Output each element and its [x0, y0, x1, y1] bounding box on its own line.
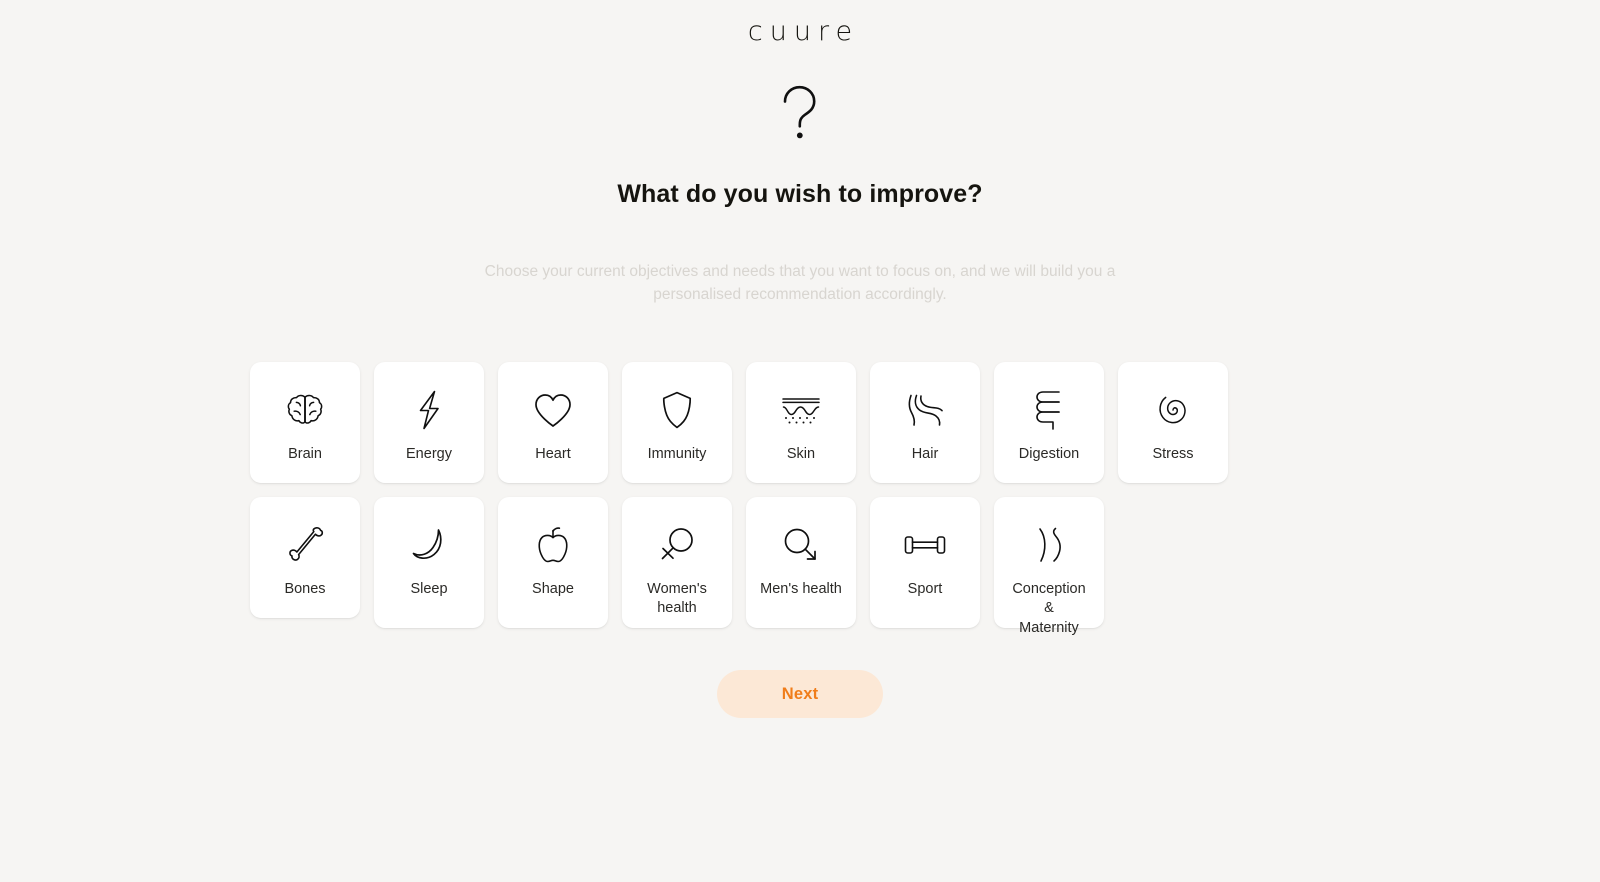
shield-icon: [654, 388, 700, 432]
option-card-womens-health[interactable]: Women's health: [622, 497, 732, 629]
footer-actions: Next: [0, 670, 1600, 719]
option-card-bones[interactable]: Bones: [250, 497, 360, 619]
spiral-icon: [1150, 388, 1196, 432]
onboarding-page: cuure What do you wish to improve? Choos…: [0, 0, 1600, 882]
mars-symbol-icon: [778, 523, 824, 567]
option-card-hair[interactable]: Hair: [870, 362, 980, 484]
brand-logo: cuure: [747, 16, 860, 47]
crescents-icon: [1026, 523, 1072, 567]
objectives-grid: Brain Energy Heart Immunity Skin Hair Di…: [250, 362, 1350, 636]
option-label: Stress: [1152, 446, 1194, 463]
option-label: Sport: [907, 581, 943, 598]
page-subtitle: Choose your current objectives and needs…: [484, 262, 1116, 304]
option-card-brain[interactable]: Brain: [250, 362, 360, 484]
option-label: Men's health: [760, 581, 842, 598]
page-title: What do you wish to improve?: [617, 180, 983, 208]
option-card-stress[interactable]: Stress: [1118, 362, 1228, 484]
option-label: Bones: [284, 581, 326, 598]
next-button[interactable]: Next: [717, 670, 883, 719]
option-card-mens-health[interactable]: Men's health: [746, 497, 856, 629]
option-card-heart[interactable]: Heart: [498, 362, 608, 484]
option-label: Energy: [406, 446, 452, 463]
option-label: Digestion: [1018, 446, 1080, 463]
skin-layer-icon: [778, 388, 824, 432]
option-label: Women's health: [647, 581, 707, 617]
option-card-sport[interactable]: Sport: [870, 497, 980, 629]
option-card-energy[interactable]: Energy: [374, 362, 484, 484]
dumbbell-icon: [902, 523, 948, 567]
brain-icon: [282, 388, 328, 432]
question-mark-icon: [777, 83, 823, 141]
intestine-icon: [1026, 388, 1072, 432]
option-card-shape[interactable]: Shape: [498, 497, 608, 629]
option-label: Immunity: [647, 446, 707, 463]
option-label: Hair: [911, 446, 939, 463]
option-label: Brain: [288, 446, 322, 463]
hair-strands-icon: [902, 388, 948, 432]
option-card-skin[interactable]: Skin: [746, 362, 856, 484]
option-label: Sleep: [410, 581, 448, 598]
heart-icon: [530, 388, 576, 432]
option-label: Conception & Maternity: [1012, 581, 1086, 636]
bone-icon: [282, 523, 328, 567]
option-card-digestion[interactable]: Digestion: [994, 362, 1104, 484]
option-label: Heart: [535, 446, 571, 463]
crescent-moon-icon: [406, 523, 452, 567]
option-card-sleep[interactable]: Sleep: [374, 497, 484, 629]
lightning-bolt-icon: [406, 388, 452, 432]
venus-symbol-icon: [654, 523, 700, 567]
apple-icon: [530, 523, 576, 567]
option-card-conception-maternity[interactable]: Conception & Maternity: [994, 497, 1104, 636]
option-label: Skin: [786, 446, 816, 463]
option-label: Shape: [532, 581, 574, 598]
option-card-immunity[interactable]: Immunity: [622, 362, 732, 484]
